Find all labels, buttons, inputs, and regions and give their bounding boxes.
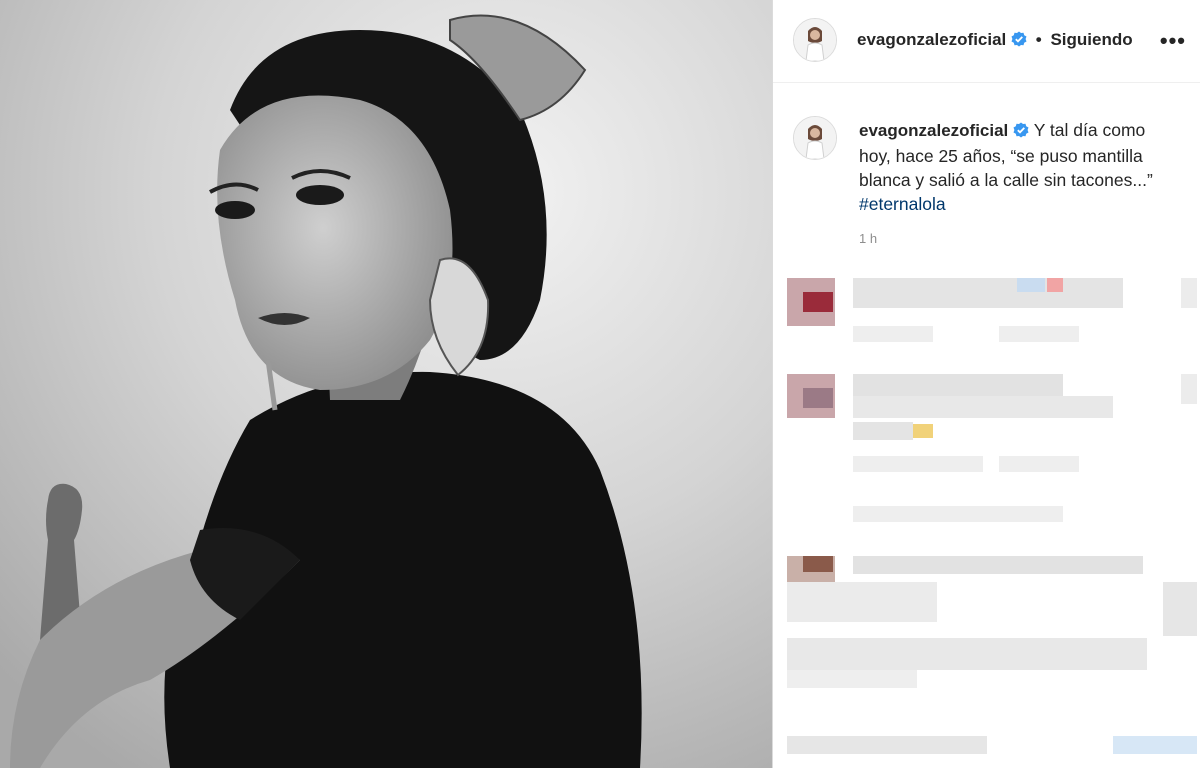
caption-author-handle[interactable]: evagonzalezoficial (859, 121, 1008, 140)
post-timestamp[interactable]: 1 h (859, 231, 877, 246)
view-replies[interactable] (773, 506, 1200, 524)
photo-illustration (0, 0, 772, 768)
comment-3 (773, 552, 1200, 692)
caption-author-avatar[interactable] (793, 116, 837, 160)
verified-badge-icon (1011, 31, 1027, 52)
header-line: evagonzalezoficial • Siguiendo (857, 30, 1133, 52)
comment-4 (773, 732, 1200, 758)
following-button[interactable]: Siguiendo (1050, 30, 1132, 49)
avatar-image (794, 19, 836, 61)
author-handle[interactable]: evagonzalezoficial (857, 30, 1006, 49)
post-caption: evagonzalezoficial Y tal día como hoy, h… (859, 118, 1177, 216)
avatar-image (794, 117, 836, 159)
comment-1 (773, 270, 1200, 330)
post-side-panel: evagonzalezoficial • Siguiendo ••• evago… (773, 0, 1200, 768)
comment-1-meta (773, 326, 1200, 344)
comment-2 (773, 370, 1200, 440)
separator-dot: • (1035, 30, 1042, 49)
more-options-icon[interactable]: ••• (1160, 28, 1186, 54)
post-header: evagonzalezoficial • Siguiendo ••• (773, 0, 1200, 83)
comment-2-meta (773, 456, 1200, 474)
author-avatar[interactable] (793, 18, 837, 62)
hashtag-link[interactable]: #eternalola (859, 194, 946, 214)
verified-badge-icon (1013, 120, 1029, 144)
post-photo[interactable] (0, 0, 772, 768)
